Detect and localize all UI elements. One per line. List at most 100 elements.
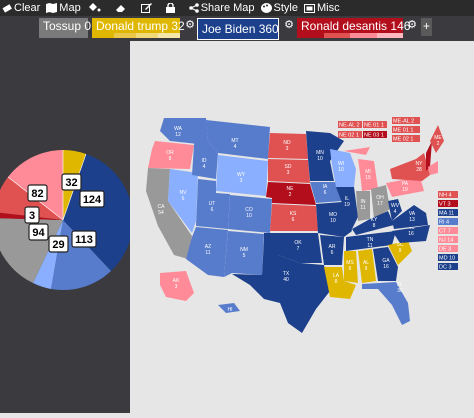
state-fl[interactable] xyxy=(362,282,410,325)
pie-label-82: 82 xyxy=(27,184,48,202)
map-icon xyxy=(46,3,58,13)
svg-text:NH 4: NH 4 xyxy=(439,193,452,199)
toolbar: Clear Map Share Map Style Misc xyxy=(0,0,474,16)
eraser-tool-button[interactable] xyxy=(113,0,133,16)
map-label: Map xyxy=(59,2,81,14)
svg-text:28: 28 xyxy=(416,167,422,173)
svg-text:19: 19 xyxy=(402,187,408,193)
desantis-label: Ronald desantis 146 xyxy=(301,19,411,33)
svg-text:DE 3: DE 3 xyxy=(439,247,451,253)
biden-candidate[interactable]: Joe Biden 360 xyxy=(197,18,279,40)
svg-text:10: 10 xyxy=(246,213,252,219)
svg-text:17: 17 xyxy=(377,201,383,207)
tossup-candidate[interactable]: Tossup 0 xyxy=(39,18,91,38)
svg-text:3: 3 xyxy=(287,170,290,176)
svg-text:6: 6 xyxy=(349,266,352,272)
share-icon xyxy=(188,3,199,13)
svg-text:9: 9 xyxy=(399,248,402,254)
svg-text:11: 11 xyxy=(205,250,210,256)
svg-text:6: 6 xyxy=(211,207,214,213)
svg-text:16: 16 xyxy=(383,264,389,270)
svg-text:6: 6 xyxy=(292,217,295,223)
svg-text:82: 82 xyxy=(31,188,43,200)
pie-chart: 82 32 124 3 94 29 113 xyxy=(0,150,130,291)
svg-text:10: 10 xyxy=(330,218,336,224)
svg-text:5: 5 xyxy=(243,253,246,259)
share-map-button[interactable]: Share Map xyxy=(187,0,259,16)
pie-label-29: 29 xyxy=(48,235,69,253)
svg-text:VT 3: VT 3 xyxy=(439,202,451,208)
biden-settings-gear-icon[interactable]: ⚙ xyxy=(282,18,296,32)
trump-shades xyxy=(92,33,180,38)
svg-text:8: 8 xyxy=(373,223,376,229)
pie-label-94: 94 xyxy=(28,223,49,241)
svg-text:94: 94 xyxy=(32,227,45,239)
svg-text:30: 30 xyxy=(397,288,403,294)
svg-text:NJ 14: NJ 14 xyxy=(439,238,453,244)
trump-label: Donald trump 32 xyxy=(96,19,185,33)
svg-text:32: 32 xyxy=(65,177,77,189)
svg-text:NE 03 1: NE 03 1 xyxy=(364,133,384,139)
svg-text:DC 3: DC 3 xyxy=(439,265,452,271)
svg-text:11: 11 xyxy=(367,243,372,249)
svg-text:40: 40 xyxy=(283,277,289,283)
svg-text:7: 7 xyxy=(297,246,300,252)
svg-text:MD 10: MD 10 xyxy=(439,256,455,262)
paint-bucket-button[interactable] xyxy=(85,0,107,16)
map-button[interactable]: Map xyxy=(44,0,84,16)
small-states-boxes: NH 4 VT 3 MA 11 RI 4 CT 7 NJ 14 DE 3 MD … xyxy=(438,191,458,271)
svg-text:NE 01 1: NE 01 1 xyxy=(364,123,384,129)
pie-label-113: 113 xyxy=(71,230,97,248)
style-button[interactable]: Style xyxy=(259,0,302,16)
svg-text:4: 4 xyxy=(394,209,397,215)
map-area: WA 12 OR 8 CA 54 NV 6 ID 4 MT 4 WY 3 UT 6 CO 10 A… xyxy=(130,41,474,413)
us-map: WA12 OR8 CA54 NV6 ID4 MT4 WY3 UT6 CO10 A… xyxy=(146,117,458,333)
add-candidate-button[interactable]: + xyxy=(421,18,432,36)
clear-button[interactable]: Clear xyxy=(0,0,44,16)
svg-text:4: 4 xyxy=(203,164,206,170)
svg-text:3: 3 xyxy=(240,178,243,184)
svg-text:12: 12 xyxy=(175,132,181,138)
svg-text:8: 8 xyxy=(169,156,172,162)
svg-text:9: 9 xyxy=(365,266,368,272)
svg-text:2: 2 xyxy=(289,192,292,198)
svg-text:19: 19 xyxy=(344,202,350,208)
svg-text:3: 3 xyxy=(175,284,178,290)
style-label: Style xyxy=(273,2,298,14)
desantis-candidate[interactable]: Ronald desantis 146 xyxy=(297,18,411,38)
svg-text:113: 113 xyxy=(75,234,93,246)
edit-icon xyxy=(140,3,152,13)
trump-settings-gear-icon[interactable]: ⚙ xyxy=(183,18,197,32)
svg-text:16: 16 xyxy=(408,231,414,237)
trump-candidate[interactable]: Donald trump 32 xyxy=(92,18,185,38)
share-map-label: Share Map xyxy=(200,2,255,14)
svg-text:10: 10 xyxy=(317,156,323,162)
svg-text:13: 13 xyxy=(409,217,415,223)
misc-button[interactable]: Misc xyxy=(302,0,344,16)
palette-icon xyxy=(260,3,272,13)
svg-text:4: 4 xyxy=(234,144,237,150)
svg-text:ME 02 1: ME 02 1 xyxy=(393,137,413,143)
pie-label-124: 124 xyxy=(79,190,105,208)
paint-bucket-icon xyxy=(88,3,101,12)
desantis-settings-gear-icon[interactable]: ⚙ xyxy=(405,18,419,32)
svg-text:8: 8 xyxy=(335,279,338,285)
edit-button[interactable] xyxy=(139,0,158,16)
svg-text:CT 7: CT 7 xyxy=(439,229,451,235)
svg-text:6: 6 xyxy=(182,196,185,202)
misc-label: Misc xyxy=(316,2,340,14)
state-ny[interactable] xyxy=(390,153,430,181)
svg-text:NE-AL 2: NE-AL 2 xyxy=(339,123,360,129)
svg-text:6: 6 xyxy=(324,190,327,196)
svg-text:ME-AL 2: ME-AL 2 xyxy=(393,119,414,125)
svg-text:RI 4: RI 4 xyxy=(439,220,449,226)
svg-text:3: 3 xyxy=(29,210,35,222)
folder-icon xyxy=(303,4,315,13)
me-district-boxes: ME-AL 2 ME 01 1 ME 02 1 xyxy=(392,117,420,143)
pie-label-32: 32 xyxy=(61,173,82,191)
svg-text:29: 29 xyxy=(52,239,64,251)
lock-icon xyxy=(165,3,175,13)
svg-text:15: 15 xyxy=(365,175,371,181)
lock-button[interactable] xyxy=(164,0,181,16)
desantis-shades xyxy=(297,33,403,38)
